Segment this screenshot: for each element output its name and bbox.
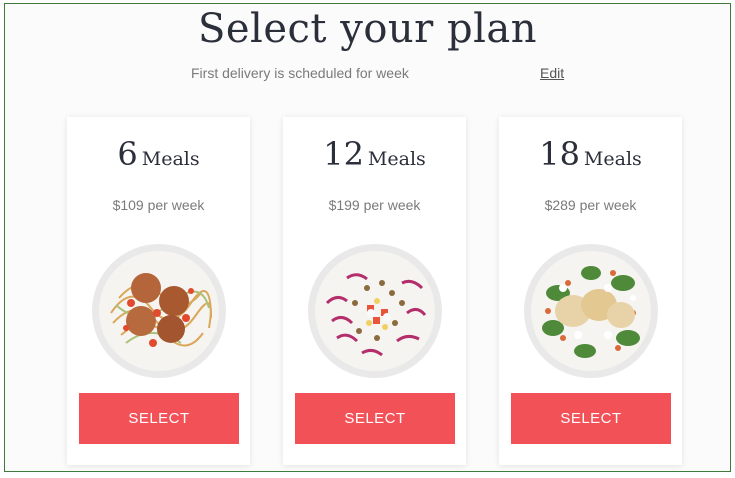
meal-count-number: 12	[323, 135, 364, 173]
meal-count-unit: Meals	[367, 148, 426, 170]
plan-price: $199 per week	[328, 197, 421, 213]
plan-meal-count: 6 Meals	[67, 135, 250, 173]
edit-link[interactable]: Edit	[540, 65, 564, 81]
meal-count-unit: Meals	[141, 148, 200, 170]
plan-card-18: 18 Meals $289 per week SELECT	[499, 117, 682, 465]
meal-count-number: 18	[539, 135, 580, 173]
delivery-note: First delivery is scheduled for week	[191, 65, 409, 81]
meal-count-number: 6	[117, 135, 138, 173]
plan-card-12: 12 Meals $199 per week SELECT	[283, 117, 466, 465]
meal-count-unit: Meals	[583, 148, 642, 170]
chicken-greens-bowl-image	[524, 244, 658, 378]
plan-meal-count: 18 Meals	[499, 135, 682, 173]
plan-card-6: 6 Meals $109 per week SELECT	[67, 117, 250, 465]
cabbage-quinoa-salad-image	[308, 244, 442, 378]
spaghetti-meatballs-image	[92, 244, 226, 378]
plan-price: $289 per week	[544, 197, 637, 213]
select-button[interactable]: SELECT	[295, 393, 455, 444]
select-button[interactable]: SELECT	[511, 393, 671, 444]
select-button[interactable]: SELECT	[79, 393, 239, 444]
page-title: Select your plan	[197, 6, 537, 52]
page-frame: Select your plan First delivery is sched…	[4, 3, 731, 472]
plan-price: $109 per week	[112, 197, 205, 213]
plan-meal-count: 12 Meals	[283, 135, 466, 173]
